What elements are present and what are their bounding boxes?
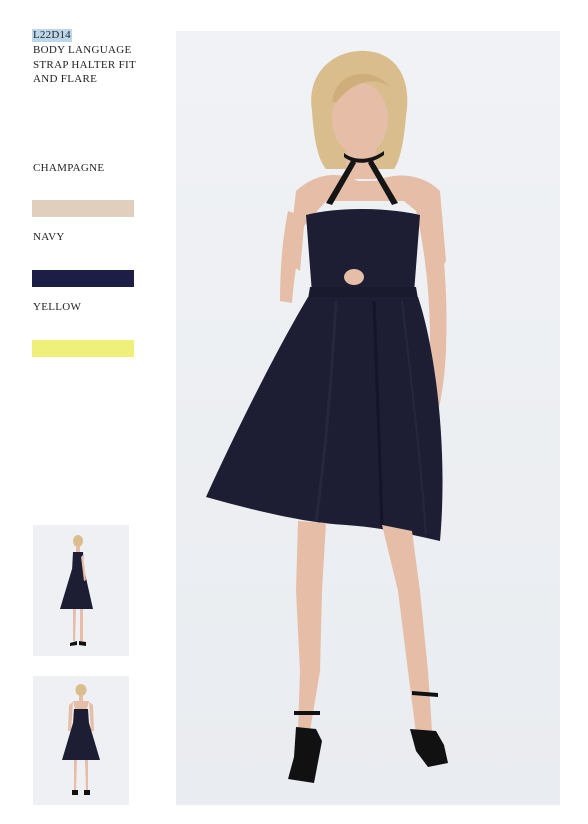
color-swatch-champagne[interactable] — [32, 200, 134, 217]
color-swatch-navy[interactable] — [32, 270, 134, 287]
thumbnail-side-view[interactable] — [33, 525, 129, 656]
side-view-figure — [60, 535, 93, 646]
product-sku: L22D14 — [32, 29, 72, 42]
color-label-yellow: YELLOW — [33, 301, 82, 313]
model-front-view — [206, 50, 448, 783]
thumbnail-back-view[interactable] — [33, 676, 129, 805]
product-title: BODY LANGUAGE STRAP HALTER FIT AND FLARE — [33, 44, 136, 85]
color-swatch-yellow[interactable] — [32, 340, 134, 357]
color-label-navy: NAVY — [33, 231, 65, 243]
main-product-image — [176, 31, 560, 805]
back-view-figure — [62, 684, 100, 795]
color-label-champagne: CHAMPAGNE — [33, 162, 105, 174]
